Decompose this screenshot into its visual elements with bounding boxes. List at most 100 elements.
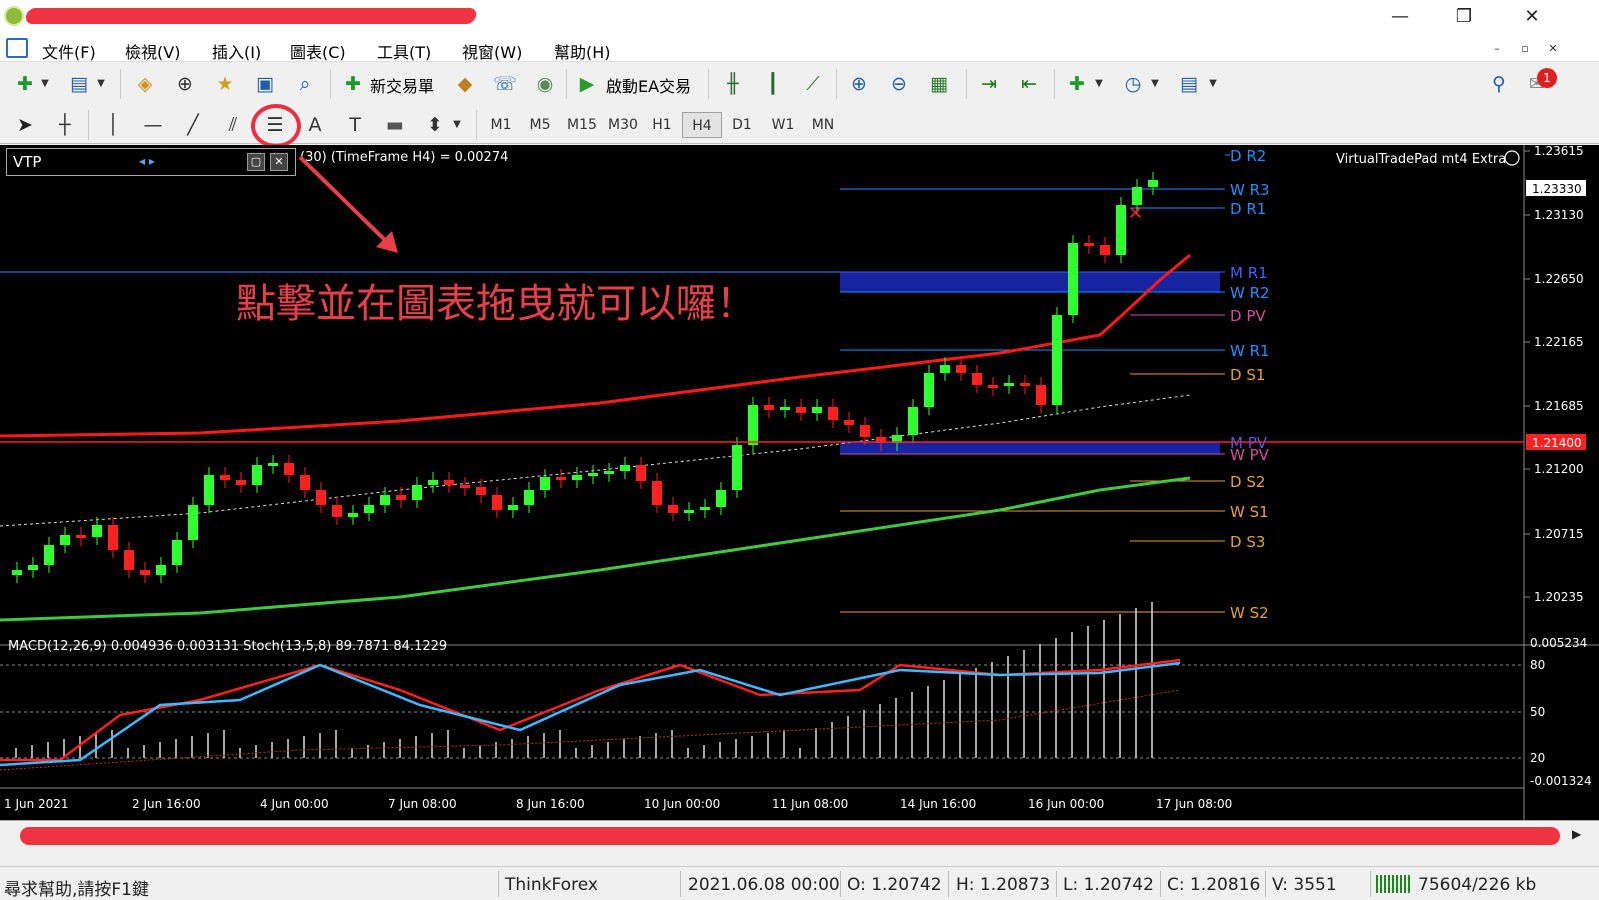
bear-candle — [1020, 383, 1030, 386]
price-label: 1.22650 — [1534, 272, 1584, 286]
connection-bars-icon — [1376, 875, 1412, 893]
tf-m15-button[interactable]: M15 — [562, 112, 602, 138]
metaeditor-icon[interactable]: ◆ — [452, 71, 478, 97]
trendline-icon[interactable]: ╱ — [180, 112, 206, 138]
menu-help[interactable]: 幫助(H) — [554, 39, 611, 63]
time-label: 10 Jun 00:00 — [644, 797, 720, 811]
menu-tools[interactable]: 工具(T) — [377, 39, 431, 63]
vtp-arrows[interactable]: ◂ ▸ — [139, 154, 155, 168]
autotrading-button[interactable]: 啟動EA交易 — [606, 73, 691, 97]
menu-file[interactable]: 文件(F) — [42, 39, 96, 63]
minimize-icon[interactable]: — — [1382, 4, 1418, 30]
bar-chart-icon[interactable]: ╫ — [720, 71, 746, 97]
vtp-panel[interactable]: VTP ◂ ▸ ▢ ✕ — [6, 148, 296, 176]
dropdown-arrow-icon[interactable]: ▼ — [1092, 71, 1106, 97]
stoch-signal-line — [0, 661, 1181, 767]
terminal-icon[interactable]: ▣ — [252, 71, 278, 97]
dropdown-arrow-icon[interactable]: ▼ — [38, 71, 52, 97]
close-marker-icon: ✕ — [1128, 203, 1143, 224]
dropdown-arrow-icon[interactable]: ▼ — [1148, 71, 1162, 97]
menu-charts[interactable]: 圖表(C) — [290, 39, 346, 63]
text-label-icon[interactable]: T — [342, 112, 368, 138]
zoom-in-icon[interactable]: ⊕ — [846, 71, 872, 97]
dropdown-arrow-icon[interactable]: ▼ — [450, 112, 464, 138]
bear-candle — [652, 481, 662, 505]
vertical-line-icon[interactable]: │ — [100, 112, 126, 138]
arrows-icon[interactable]: ⬍ — [422, 112, 448, 138]
cursor-icon[interactable]: ➤ — [12, 112, 38, 138]
new-chart-icon[interactable]: ✚ — [12, 71, 38, 97]
vtp-maximize-icon[interactable]: ▢ — [247, 153, 265, 171]
time-label: 8 Jun 16:00 — [516, 797, 585, 811]
tf-m30-button[interactable]: M30 — [604, 112, 642, 138]
profiles-icon[interactable]: ▤ — [66, 71, 92, 97]
price-label: 1.23130 — [1534, 208, 1584, 222]
chart-tabs-bar[interactable]: ▶ — [0, 820, 1599, 850]
line-chart-icon[interactable]: ⟋ — [800, 71, 826, 97]
bear-candle — [460, 485, 470, 488]
equidistant-channel-icon[interactable]: ⫽ — [220, 112, 246, 138]
candlestick-icon[interactable]: ┃ — [760, 71, 786, 97]
tile-windows-icon[interactable]: ▦ — [926, 71, 952, 97]
templates-icon[interactable]: ▤ — [1176, 71, 1202, 97]
tf-mn-button[interactable]: MN — [804, 112, 842, 138]
mdi-minimize-icon[interactable]: – — [1488, 40, 1506, 58]
tf-m1-button[interactable]: M1 — [484, 112, 518, 138]
bear-candle — [828, 407, 838, 420]
market-watch-icon[interactable]: ◈ — [132, 71, 158, 97]
menu-window[interactable]: 視窗(W) — [462, 39, 522, 63]
bull-candle — [380, 495, 390, 505]
navigator-icon[interactable]: ★ — [212, 71, 238, 97]
price-chart[interactable]: D R2W R3D R1M R1W R2D PVW R1D S1M PVW PV… — [0, 144, 1599, 820]
data-window-icon[interactable]: ⊕ — [172, 71, 198, 97]
signals-icon[interactable]: ◉ — [532, 71, 558, 97]
pivot-label: D S2 — [1230, 473, 1265, 491]
bear-candle — [476, 487, 486, 495]
tf-w1-button[interactable]: W1 — [764, 112, 802, 138]
bull-candle — [204, 475, 214, 505]
menu-view[interactable]: 檢視(V) — [125, 39, 180, 63]
horizontal-line-icon[interactable]: — — [140, 112, 166, 138]
text-icon[interactable]: A — [302, 112, 328, 138]
experts-icon[interactable]: ☏ — [492, 71, 518, 97]
zoom-out-icon[interactable]: ⊖ — [886, 71, 912, 97]
menu-insert[interactable]: 插入(I) — [212, 39, 261, 63]
mdi-close-icon[interactable]: ✕ — [1544, 40, 1562, 58]
rectangle-icon[interactable]: ▬ — [382, 112, 408, 138]
chart-window[interactable]: D R2 W R3 D R1 M R1 W R2 D PV W R1 D S1 M PV W PV… — [0, 144, 1599, 820]
new-order-icon[interactable]: ✚ — [340, 71, 366, 97]
time-label: 2 Jun 16:00 — [132, 797, 201, 811]
bear-candle — [668, 505, 678, 513]
bull-candle — [268, 463, 278, 466]
app-logo-icon — [4, 6, 24, 26]
dropdown-arrow-icon[interactable]: ▼ — [94, 71, 108, 97]
periods-icon[interactable]: ◷ — [1120, 71, 1146, 97]
restore-icon[interactable]: ❐ — [1446, 4, 1482, 30]
bear-candle — [556, 477, 566, 480]
scroll-right-icon[interactable]: ▶ — [1572, 827, 1581, 841]
crosshair-icon[interactable]: ┼ — [52, 112, 78, 138]
search-icon[interactable]: ⚲ — [1486, 71, 1512, 97]
sub-axis-label: -0.001324 — [1530, 774, 1592, 788]
bar-low: L: 1.20742 — [1063, 875, 1154, 895]
tf-h4-button[interactable]: H4 — [682, 112, 722, 138]
new-order-button[interactable]: 新交易單 — [370, 73, 434, 97]
bull-candle — [92, 525, 102, 537]
tf-d1-button[interactable]: D1 — [724, 112, 760, 138]
bull-candle — [812, 407, 822, 413]
vtp-close-icon[interactable]: ✕ — [270, 153, 288, 171]
mdi-restore-icon[interactable]: ▫ — [1516, 40, 1534, 58]
dropdown-arrow-icon[interactable]: ▼ — [1206, 71, 1220, 97]
autoscroll-icon[interactable]: ⇤ — [1016, 71, 1042, 97]
indicators-icon[interactable]: ✚ — [1064, 71, 1090, 97]
bull-candle — [12, 570, 22, 575]
chart-shift-icon[interactable]: ⇥ — [976, 71, 1002, 97]
pivot-label: W R1 — [1230, 342, 1270, 360]
status-bar: 尋求幫助,請按F1鍵 ThinkForex 2021.06.08 00:00 O… — [0, 866, 1599, 900]
bear-candle — [1100, 245, 1110, 255]
strategy-tester-icon[interactable]: ⌕ — [292, 71, 318, 97]
tf-m5-button[interactable]: M5 — [522, 112, 558, 138]
autotrading-icon[interactable]: ▶ — [574, 71, 600, 97]
close-icon[interactable]: ✕ — [1514, 4, 1550, 30]
tf-h1-button[interactable]: H1 — [644, 112, 680, 138]
